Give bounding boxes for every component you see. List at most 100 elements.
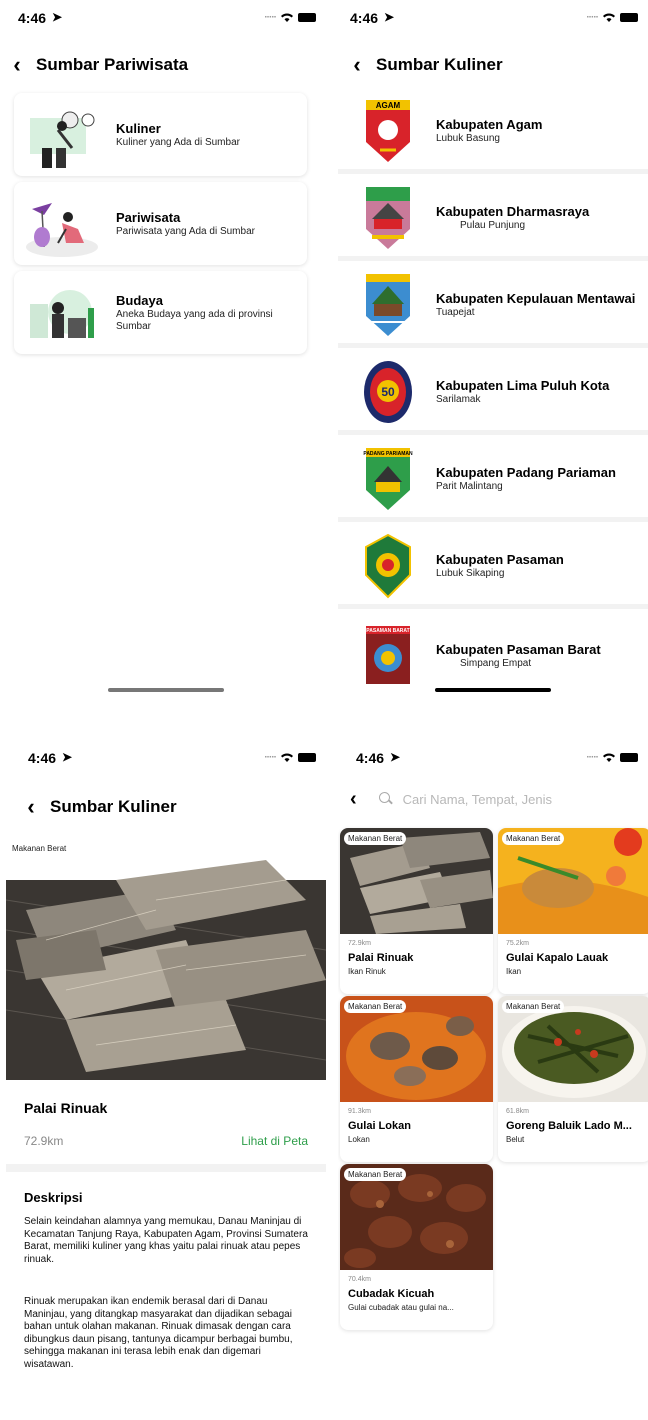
back-icon[interactable]: ‹ — [350, 788, 357, 811]
description-heading: Deskripsi — [24, 1190, 83, 1205]
regency-row[interactable]: 50 Kabupaten Lima Puluh Kota Sarilamak — [338, 353, 648, 435]
category-tag: Makanan Berat — [502, 832, 565, 845]
food-subtitle: Ikan Rinuk — [348, 967, 386, 976]
regency-logo: AGAM — [360, 98, 416, 164]
battery-icon — [620, 753, 638, 762]
wifi-icon — [603, 753, 615, 762]
status-bar: 4:46 ➤ ····· — [350, 10, 638, 30]
regency-row[interactable]: PADANG PARIAMAN Kabupaten Padang Pariama… — [338, 440, 648, 522]
category-subtitle: Aneka Budaya yang ada di provinsi Sumbar — [116, 309, 273, 332]
food-distance: 91.3km — [348, 1108, 371, 1115]
back-icon[interactable]: ‹ — [6, 52, 28, 78]
cooking-illustration — [22, 100, 102, 170]
regency-capital: Pulau Punjung — [460, 220, 526, 231]
location-arrow-icon: ➤ — [384, 10, 395, 24]
section-divider — [6, 1164, 326, 1172]
food-name: Palai Rinuak — [348, 952, 414, 964]
back-icon[interactable]: ‹ — [20, 794, 42, 820]
location-arrow-icon: ➤ — [52, 10, 63, 24]
regency-logo — [360, 533, 416, 599]
battery-icon — [620, 13, 638, 22]
category-tag: Makanan Berat — [344, 1168, 407, 1181]
status-time: 4:46 — [350, 10, 379, 26]
category-title: Pariwisata — [116, 209, 181, 225]
logo-text: AGAM — [376, 101, 401, 110]
search-icon — [378, 792, 393, 806]
status-time: 4:46 — [356, 750, 385, 766]
regency-logo: PASAMAN BARAT — [360, 622, 416, 688]
category-card-pariwisata[interactable]: Pariwisata Pariwisata yang Ada di Sumbar — [14, 182, 307, 265]
food-name: Gulai Lokan — [348, 1120, 411, 1132]
logo-text: PADANG PARIAMAN — [363, 451, 413, 457]
screen-regencies: 4:46 ➤ ····· ‹ Sumbar Kuliner AGAM Kabup… — [338, 0, 648, 700]
regency-capital: Simpang Empat — [460, 657, 532, 669]
food-distance: 61.8km — [506, 1108, 529, 1115]
status-bar: 4:46 ➤ ····· — [356, 750, 638, 770]
page-title: Sumbar Kuliner — [376, 55, 503, 74]
food-photo: Makanan Berat — [6, 840, 326, 1080]
screen-categories: 4:46 ➤ ····· ‹ Sumbar Pariwisata Kuliner — [6, 0, 326, 700]
description-paragraph: Selain keindahan alamnya yang memukau, D… — [24, 1216, 308, 1265]
regency-row[interactable]: Kabupaten Dharmasraya Pulau Punjung — [338, 179, 648, 261]
home-indicator — [108, 688, 224, 692]
battery-icon — [298, 13, 316, 22]
category-title: Budaya — [116, 293, 163, 308]
regency-capital: Lubuk Sikaping — [436, 568, 505, 579]
food-card[interactable]: Makanan Berat 70.4km Cubadak Kicuah Gula… — [340, 1164, 493, 1330]
signal-icon: ····· — [264, 752, 277, 763]
regency-logo: PADANG PARIAMAN — [360, 446, 416, 512]
category-card-budaya[interactable]: Budaya Aneka Budaya yang ada di provinsi… — [14, 271, 307, 354]
food-name: Palai Rinuak — [24, 1100, 108, 1116]
regency-capital: Tuapejat — [436, 307, 475, 318]
food-subtitle: Ikan — [506, 967, 522, 976]
regency-row[interactable]: Kabupaten Pasaman Lubuk Sikaping — [338, 527, 648, 609]
logo-text: 50 — [381, 385, 395, 399]
regency-name: Kabupaten Dharmasraya — [436, 204, 590, 219]
category-tag: Makanan Berat — [12, 844, 67, 853]
regency-name: Kabupaten Pasaman Barat — [436, 641, 601, 657]
food-card[interactable]: Makanan Berat 91.3km Gulai Lokan Lokan — [340, 996, 493, 1162]
regency-name: Kabupaten Kepulauan Mentawai — [436, 291, 636, 306]
category-tag: Makanan Berat — [344, 832, 407, 845]
wifi-icon — [281, 13, 293, 22]
tourism-illustration — [22, 189, 102, 259]
food-subtitle: Gulai cubadak atau gulai na... — [348, 1303, 454, 1312]
food-card[interactable]: Makanan Berat 72.9km Palai Rinuak Ikan R… — [340, 828, 493, 994]
view-map-link[interactable]: Lihat di Peta — [241, 1134, 308, 1148]
food-card[interactable]: Makanan Berat 61.8km Goreng Baluik Lado … — [498, 996, 648, 1162]
screen-search: 4:46 ➤ ····· ‹ Makanan Berat 72.9km Pala… — [338, 740, 648, 1420]
category-card-kuliner[interactable]: Kuliner Kuliner yang Ada di Sumbar — [14, 93, 307, 176]
food-card[interactable]: Makanan Berat 75.2km Gulai Kapalo Lauak … — [498, 828, 648, 994]
regency-row[interactable]: Kabupaten Kepulauan Mentawai Tuapejat — [338, 266, 648, 348]
signal-icon: ····· — [586, 752, 599, 763]
back-icon[interactable]: ‹ — [346, 52, 368, 78]
navbar: ‹ Sumbar Pariwisata — [6, 50, 326, 80]
food-name: Goreng Baluik Lado M... — [506, 1120, 632, 1132]
regency-row[interactable]: AGAM Kabupaten Agam Lubuk Basung — [338, 92, 648, 174]
wifi-icon — [603, 13, 615, 22]
home-indicator — [435, 688, 551, 692]
food-distance: 72.9km — [348, 940, 371, 947]
wifi-icon — [281, 753, 293, 762]
food-subtitle: Belut — [506, 1135, 525, 1144]
regency-name: Kabupaten Pasaman — [436, 552, 564, 567]
culture-illustration — [22, 278, 102, 348]
category-tag: Makanan Berat — [344, 1000, 407, 1013]
regency-logo: 50 — [360, 359, 416, 425]
signal-icon: ····· — [264, 12, 277, 23]
category-tag: Makanan Berat — [502, 1000, 565, 1013]
description-paragraph: Rinuak merupakan ikan endemik berasal da… — [24, 1296, 293, 1370]
status-bar: 4:46 ➤ ····· — [18, 10, 316, 30]
regency-logo — [360, 272, 416, 338]
category-subtitle: Pariwisata yang Ada di Sumbar — [116, 225, 255, 237]
regency-capital: Lubuk Basung — [436, 133, 500, 144]
regency-name: Kabupaten Padang Pariaman — [436, 465, 616, 480]
screen-detail: 4:46 ➤ ····· ‹ Sumbar Kuliner Makanan Be… — [6, 740, 326, 1420]
location-arrow-icon: ➤ — [390, 750, 401, 764]
status-bar: 4:46 ➤ ····· — [28, 750, 316, 770]
signal-icon: ····· — [586, 12, 599, 23]
location-arrow-icon: ➤ — [62, 750, 73, 764]
search-input[interactable] — [402, 791, 603, 807]
regency-row[interactable]: PASAMAN BARAT Kabupaten Pasaman Barat Si… — [338, 614, 648, 696]
category-subtitle: Kuliner yang Ada di Sumbar — [116, 136, 240, 148]
